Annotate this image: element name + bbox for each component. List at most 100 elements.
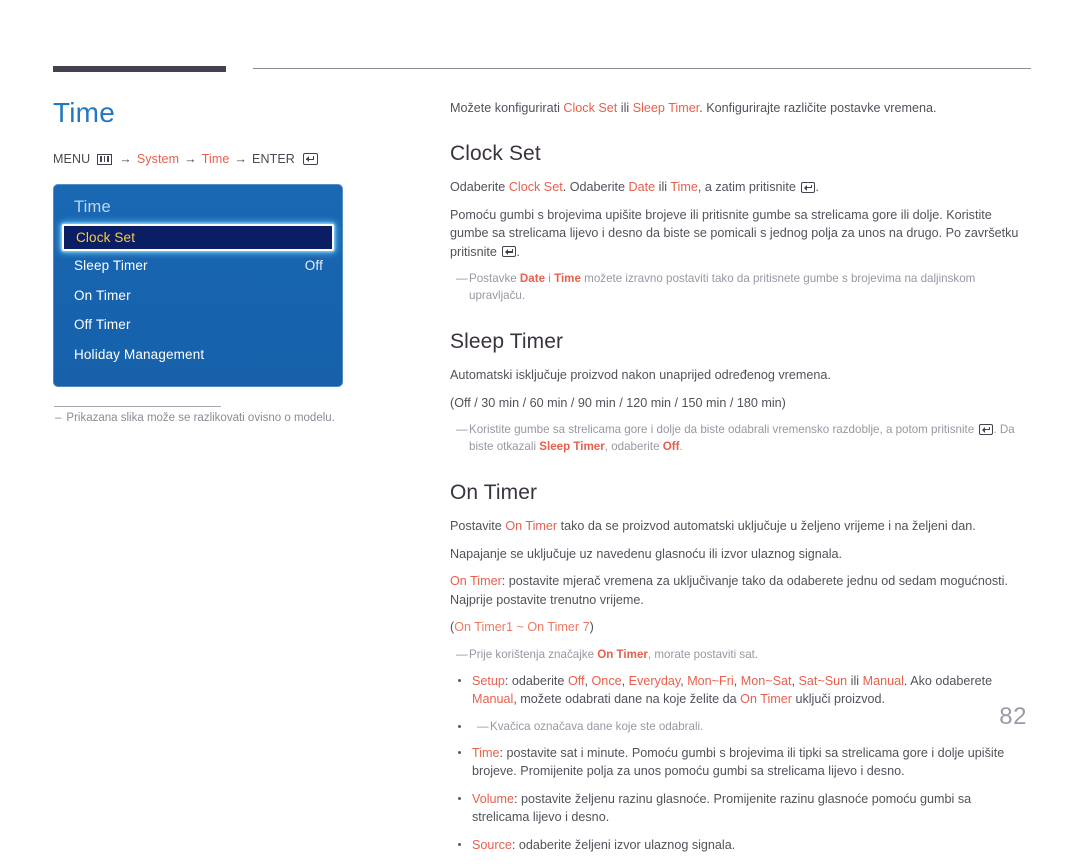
st-opt-2: 60 min	[529, 395, 568, 410]
sleep-timer-options: (Off / 30 min / 60 min / 90 min / 120 mi…	[450, 394, 1030, 413]
breadcrumb-item-system[interactable]: System	[137, 152, 179, 166]
on-timer-paragraph-1: Postavite On Timer tako da se proizvod a…	[450, 517, 1030, 536]
breadcrumb-arrow-3: →	[234, 152, 248, 166]
st-sep-1: /	[519, 395, 530, 410]
bs-opt-0: Off	[567, 673, 585, 688]
st-opt-1: 30 min	[481, 395, 520, 410]
st-opt-5: 150 min	[681, 395, 727, 410]
page-number: 82	[999, 703, 1027, 730]
clock-set-paragraph-1: Odaberite Clock Set. Odaberite Date ili …	[450, 178, 1030, 197]
stn-t1: Koristite gumbe sa strelicama gore i dol…	[469, 423, 978, 436]
bs-opt-2: Everyday	[628, 673, 681, 688]
section-heading-on-timer: On Timer	[450, 481, 538, 504]
bullet-text-volume: : postavite željenu razinu glasnoće. Pro…	[472, 791, 972, 824]
on-timer-paragraph-2: Napajanje se uključuje uz navedenu glasn…	[450, 546, 843, 561]
bs-t3: . Ako odaberete	[903, 673, 993, 688]
st-close: )	[781, 395, 786, 410]
setup-sub-note: ― Kvačica označava dane koje ste odabral…	[477, 718, 1030, 735]
intro-term-clock-set: Clock Set	[563, 101, 618, 115]
ot-range-value: On Timer1 ~ On Timer 7	[454, 620, 590, 634]
list-item-setup: Setup: odaberite Off, Once, Everyday, Mo…	[450, 672, 1030, 708]
bullet-label-volume: Volume	[472, 791, 515, 806]
osd-item-sleep-timer[interactable]: Sleep Timer Off	[53, 251, 343, 281]
left-footnote: – Prikazana slika može se razlikovati ovi…	[55, 410, 395, 426]
list-item-volume: Volume: postavite željenu razinu glasnoć…	[450, 790, 1030, 826]
osd-item-label: Clock Set	[76, 230, 136, 245]
st-sep-4: /	[671, 395, 682, 410]
breadcrumb-item-time[interactable]: Time	[202, 152, 230, 166]
stn-term-off: Off	[662, 440, 680, 453]
otn-t1: Prije korištenja značajke	[469, 647, 598, 661]
st-opt-3: 90 min	[577, 395, 616, 410]
st-sep-5: /	[726, 395, 737, 410]
bs-c0: ,	[584, 673, 592, 688]
cs-term-clock-set: Clock Set	[508, 180, 563, 194]
note-macron-icon: ―	[456, 272, 468, 285]
cs-term-time: Time	[670, 180, 698, 194]
header-rule-thick	[53, 66, 226, 72]
intro-text-1: Možete konfigurirati	[450, 101, 564, 115]
clock-set-note: ― Postavke Date i Time možete izravno po…	[456, 270, 1030, 304]
bullet-text-time: : postavite sat i minute. Pomoću gumbi s…	[472, 745, 1005, 778]
section-heading-sleep-timer: Sleep Timer	[450, 330, 564, 353]
osd-menu-title: Time	[74, 198, 111, 216]
stn-t4: .	[679, 440, 683, 453]
on-timer-note-1-text: Prije korištenja značajke On Timer, mora…	[469, 646, 1030, 663]
bs-t5: uključi proizvod.	[791, 691, 886, 706]
clock-set-paragraph-2: Pomoću gumbi s brojevima upišite brojeve…	[450, 206, 1030, 262]
enter-return-icon	[979, 423, 994, 435]
setup-sub-note-text: Kvačica označava dane koje ste odabrali.	[490, 719, 704, 733]
osd-item-off-timer[interactable]: Off Timer	[53, 310, 343, 340]
ot-range-close: )	[589, 620, 594, 634]
cs-t3: ili	[655, 180, 671, 194]
bullet-text-source: : odaberite željeni izvor ulaznog signal…	[511, 837, 736, 852]
breadcrumb-arrow-2: →	[184, 152, 197, 166]
otn-t2: , morate postaviti sat.	[647, 647, 759, 661]
enter-return-icon	[502, 246, 517, 257]
bs-opt-3: Mon~Fri	[687, 673, 734, 688]
st-sep-3: /	[615, 395, 627, 410]
page-title: Time	[53, 97, 115, 128]
breadcrumb-arrow-1: →	[119, 152, 132, 166]
sleep-timer-paragraph-1: Automatski isključuje proizvod nakon una…	[450, 368, 831, 382]
clock-set-note-text: Postavke Date i Time možete izravno post…	[469, 270, 1030, 304]
note-macron-icon: ―	[456, 647, 468, 661]
bs-term-manual-2: Manual	[472, 691, 514, 706]
bs-t1: : odaberite	[504, 673, 568, 688]
note-macron-icon: ―	[477, 719, 489, 733]
breadcrumb-enter-label: ENTER	[252, 152, 295, 166]
enter-return-icon	[302, 153, 318, 165]
bs-c4: ,	[791, 673, 799, 688]
right-column: Možete konfigurirati Clock Set ili Sleep…	[450, 99, 1030, 864]
osd-item-holiday-management[interactable]: Holiday Management	[53, 340, 343, 370]
intro-text-3: . Konfigurirajte različite postavke vrem…	[699, 101, 937, 115]
bs-c1: ,	[621, 673, 629, 688]
on-timer-paragraph-3: On Timer: postavite mjerač vremena za uk…	[450, 572, 1030, 609]
list-item-time: Time: postavite sat i minute. Pomoću gum…	[450, 744, 1030, 780]
intro-term-sleep-timer: Sleep Timer	[632, 101, 700, 115]
enter-return-icon	[801, 181, 816, 193]
bullet-label-setup: Setup	[472, 673, 505, 688]
osd-item-clock-set[interactable]: Clock Set	[62, 224, 334, 251]
left-footnote-text: Prikazana slika može se razlikovati ovis…	[66, 412, 335, 424]
section-heading-clock-set: Clock Set	[450, 142, 541, 165]
st-opt-4: 120 min	[626, 395, 672, 410]
stn-t3: , odaberite	[604, 440, 663, 453]
st-opt-6: 180 min	[736, 395, 782, 410]
cs-t4: , a zatim pritisnite	[697, 180, 800, 194]
otn-term-on-timer: On Timer	[597, 647, 648, 661]
osd-menu-list: Clock Set Sleep Timer Off On Timer Off T…	[53, 224, 343, 369]
osd-item-label: Off Timer	[74, 317, 131, 333]
osd-item-on-timer[interactable]: On Timer	[53, 281, 343, 311]
note-macron-icon: ―	[456, 423, 468, 436]
csn-t2: i	[545, 272, 555, 285]
osd-item-label: Holiday Management	[74, 346, 205, 362]
osd-item-label: On Timer	[74, 287, 131, 303]
breadcrumb-menu-label: MENU	[53, 152, 91, 166]
breadcrumb: MENU → System → Time → ENTER	[53, 152, 398, 166]
ot-term-on-timer-2: On Timer	[450, 574, 502, 588]
bullet-label-source: Source	[472, 837, 512, 852]
bullet-label-time: Time	[472, 745, 500, 760]
st-opt-0: Off	[454, 395, 471, 410]
intro-paragraph: Možete konfigurirati Clock Set ili Sleep…	[450, 99, 1030, 117]
